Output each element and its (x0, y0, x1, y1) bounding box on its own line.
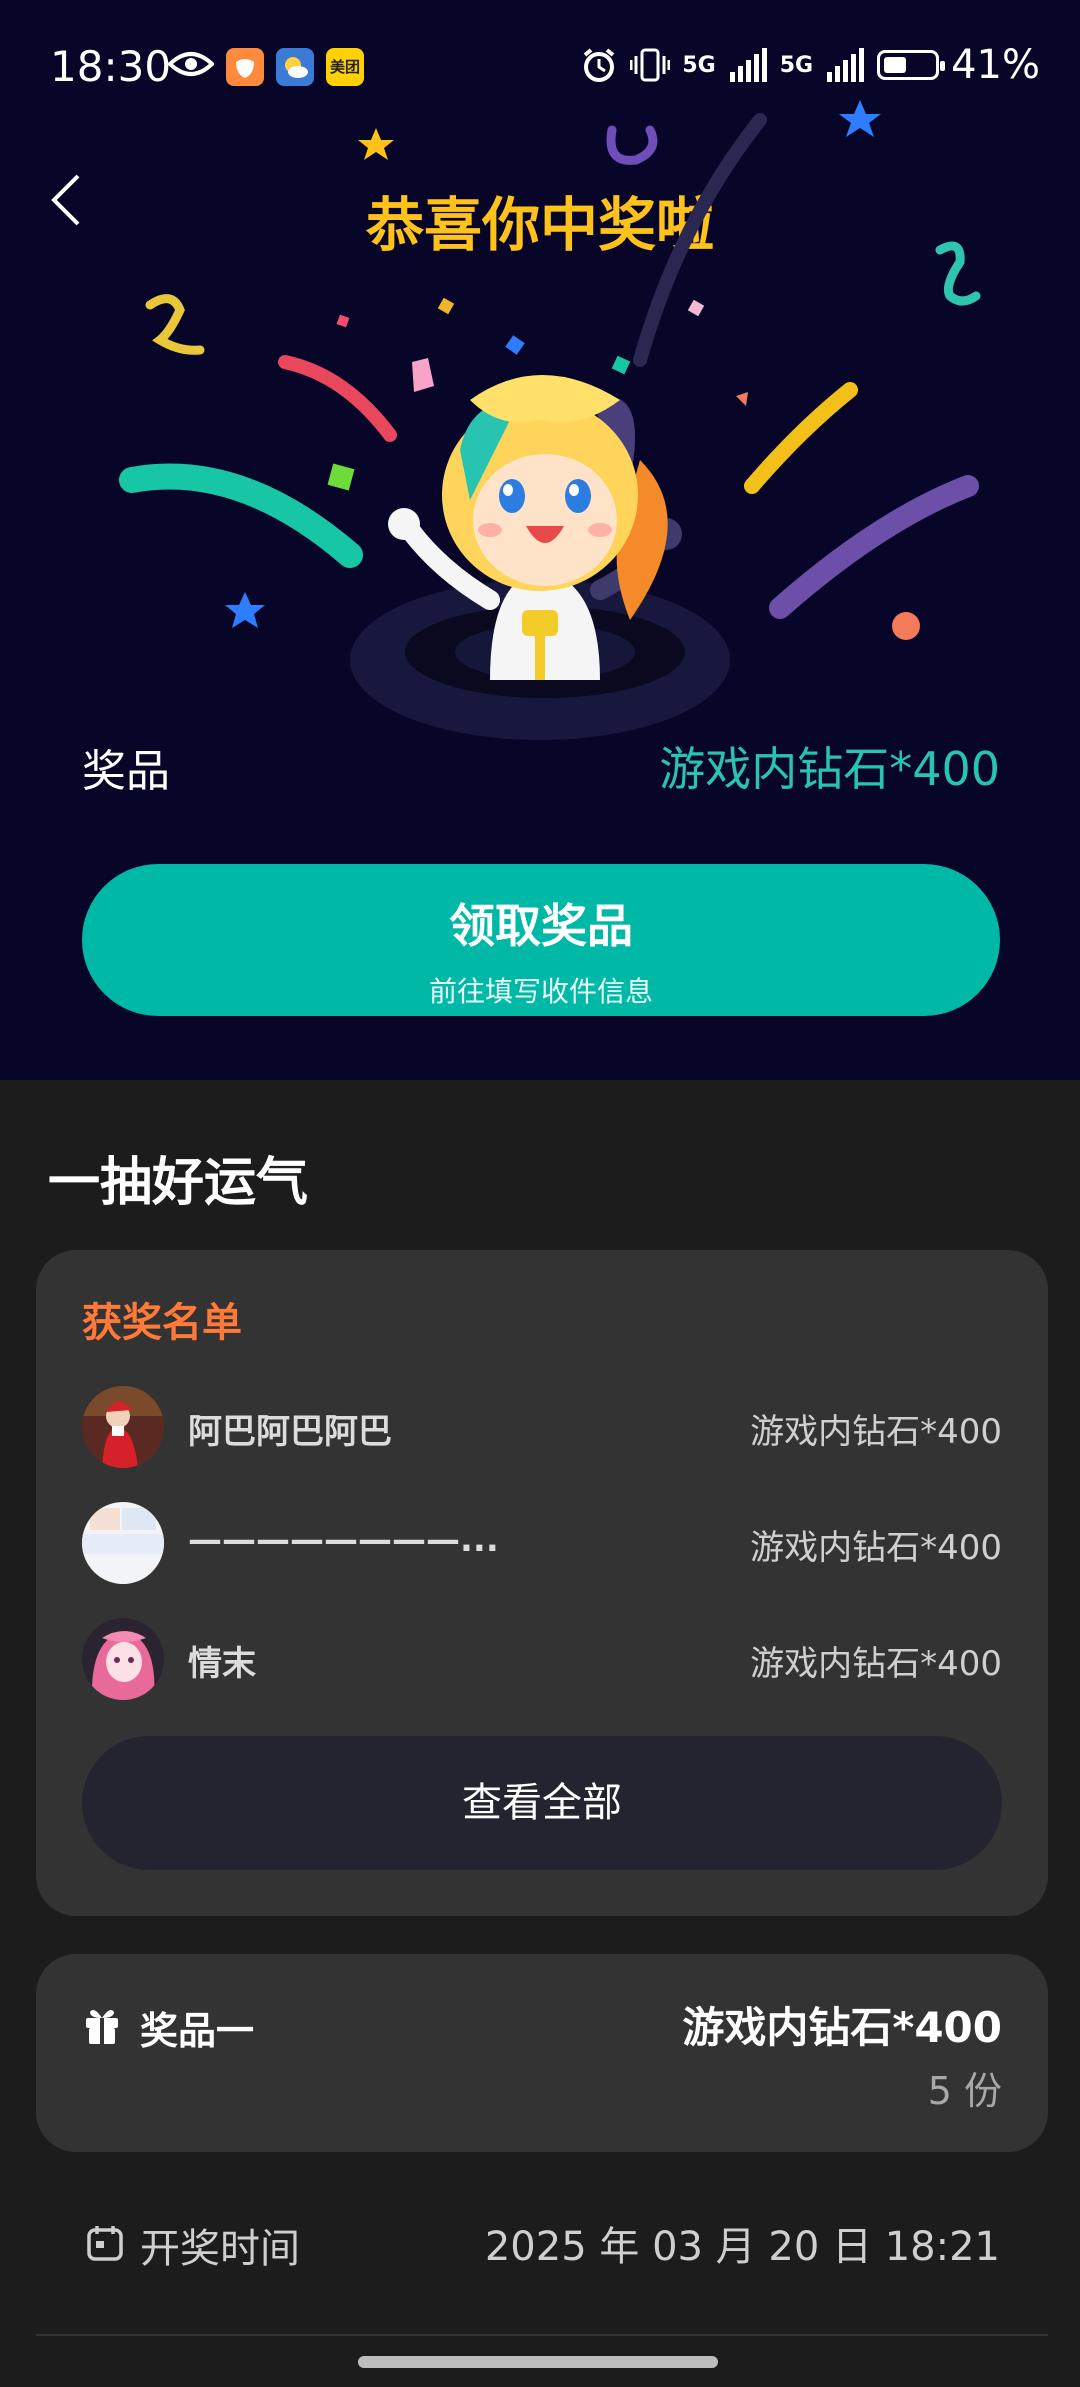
star-icon (358, 128, 394, 160)
celebration-illustration (119, 100, 981, 740)
home-indicator[interactable] (358, 2356, 718, 2368)
signal-icon-1 (729, 48, 767, 82)
claim-prize-label: 领取奖品 (449, 899, 633, 953)
star-icon (225, 592, 265, 628)
winner-prize: 游戏内钻石*400 (750, 1644, 1002, 1684)
winner-prize: 游戏内钻石*400 (750, 1528, 1002, 1568)
meituan-app-icon: 美团 (326, 48, 364, 86)
winner-row: 情末 游戏内钻石*400 (82, 1618, 1002, 1702)
draw-time-label: 开奖时间 (140, 2226, 300, 2272)
network-label-2: 5G (779, 52, 814, 78)
eye-icon (168, 52, 214, 76)
alarm-icon (584, 48, 615, 82)
claim-prize-sublabel: 前往填写收件信息 (428, 975, 653, 1008)
prize-tier-count: 5 份 (927, 2069, 1002, 2113)
avatar (82, 1502, 164, 1584)
network-label-1: 5G (682, 52, 716, 78)
vibrate-icon (630, 48, 671, 82)
battery-icon (877, 50, 946, 80)
gift-icon (86, 2010, 118, 2044)
prize-value: 游戏内钻石*400 (659, 742, 1000, 796)
prize-tier-card: 奖品一 游戏内钻石*400 5 份 (36, 1954, 1048, 2152)
prize-tier-label: 奖品一 (140, 2009, 255, 2053)
view-all-button[interactable]: 查看全部 (82, 1736, 1002, 1870)
winner-prize: 游戏内钻石*400 (750, 1412, 1002, 1452)
winners-title: 获奖名单 (82, 1300, 242, 1346)
draw-time-value: 2025 年 03 月 20 日 18:21 (484, 2224, 1000, 2270)
winner-row: 阿巴阿巴阿巴 游戏内钻石*400 (82, 1386, 1002, 1470)
star-icon (839, 100, 881, 137)
prize-tier-value: 游戏内钻石*400 (682, 2003, 1002, 2052)
winners-card: 获奖名单 阿巴阿巴阿巴 游戏内钻石*400 ————————... 游戏内钻石*… (36, 1250, 1048, 1916)
winner-name: 情末 (188, 1644, 256, 1684)
divider (36, 2334, 1048, 2336)
winner-row: ————————... 游戏内钻石*400 (82, 1502, 1002, 1586)
prize-label: 奖品 (82, 746, 170, 797)
avatar (82, 1618, 164, 1700)
winner-name: ————————... (188, 1520, 499, 1560)
avatar (82, 1386, 164, 1468)
calendar-icon (87, 2226, 123, 2261)
battery-percent: 41% (951, 42, 1040, 88)
weather-app-icon (276, 48, 314, 86)
claim-prize-button[interactable]: 领取奖品 前往填写收件信息 (82, 864, 1000, 1016)
signal-icon-2 (827, 48, 865, 82)
status-right: 5G 5G 41% (580, 42, 1040, 88)
section-title: 一抽好运气 (48, 1153, 309, 1213)
status-time: 18:30 (50, 42, 172, 91)
celebration-header: 18:30 美团 5G 5G 41% 恭喜你中奖啦 奖品 游戏内钻石*400 领… (0, 0, 1080, 1080)
shield-app-icon (226, 48, 264, 86)
winner-name: 阿巴阿巴阿巴 (188, 1412, 392, 1452)
